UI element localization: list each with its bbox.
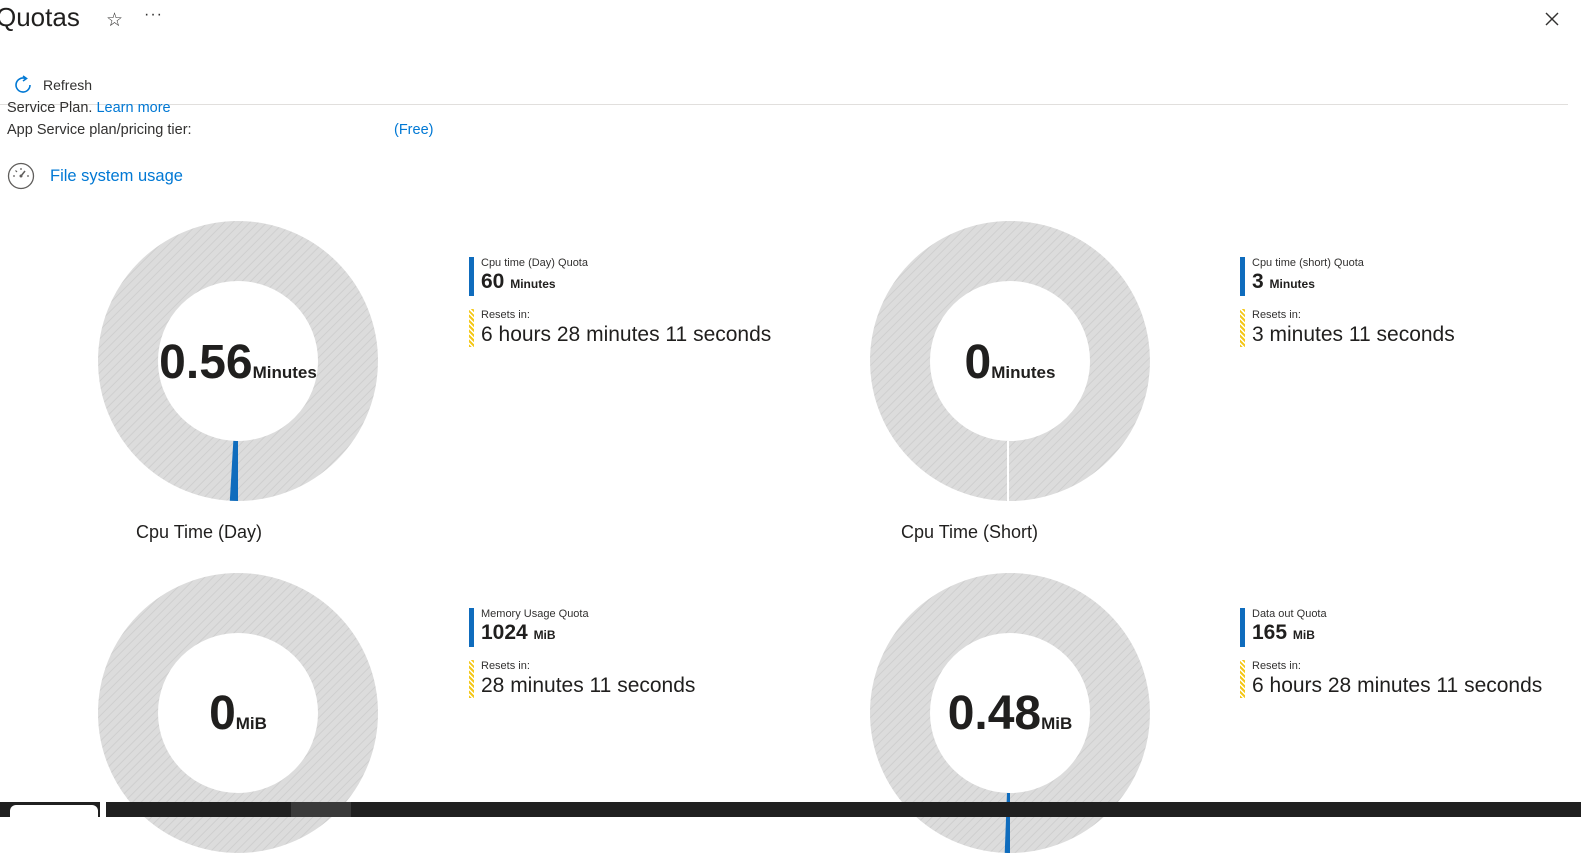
reset-value: 6 hours 28 minutes 11 seconds (481, 322, 771, 347)
reset-value: 3 minutes 11 seconds (1252, 322, 1455, 347)
refresh-button[interactable]: Refresh (12, 73, 92, 97)
plan-description: Service Plan. Learn more (7, 100, 171, 116)
quota-marker (469, 257, 474, 296)
data-out-legend: Data out Quota 165 MiB Resets in: 6 hour… (1240, 608, 1542, 698)
cpu-short-usage: 0Minutes (870, 335, 1150, 390)
quota-marker (469, 608, 474, 647)
reset-marker (1240, 660, 1245, 698)
reset-marker (1240, 309, 1245, 347)
reset-marker (469, 660, 474, 698)
memory-usage: 0MiB (98, 686, 378, 741)
quota-marker (1240, 257, 1245, 296)
taskbar-item[interactable] (100, 802, 106, 817)
quota-marker (1240, 608, 1245, 647)
learn-more-link[interactable]: Learn more (96, 100, 170, 116)
cpu-day-title: Cpu Time (Day) (136, 522, 262, 543)
taskbar-item[interactable] (291, 802, 351, 817)
pricing-tier-value[interactable]: (Free) (394, 122, 433, 138)
page-title: Quotas (0, 2, 80, 33)
file-system-usage-link[interactable]: File system usage (50, 167, 183, 186)
taskbar-item[interactable] (10, 805, 98, 817)
reset-marker (469, 309, 474, 347)
cpu-short-title: Cpu Time (Short) (901, 522, 1038, 543)
toolbar-divider (0, 104, 1568, 105)
refresh-label: Refresh (43, 77, 92, 93)
more-icon[interactable]: ··· (144, 6, 163, 24)
star-icon[interactable]: ☆ (106, 9, 123, 32)
reset-value: 6 hours 28 minutes 11 seconds (1252, 673, 1542, 698)
cpu-short-legend: Cpu time (short) Quota 3 Minutes Resets … (1240, 257, 1455, 347)
cpu-day-legend: Cpu time (Day) Quota 60 Minutes Resets i… (469, 257, 771, 347)
close-icon[interactable] (1543, 10, 1561, 28)
memory-legend: Memory Usage Quota 1024 MiB Resets in: 2… (469, 608, 695, 698)
refresh-icon (12, 74, 34, 96)
reset-value: 28 minutes 11 seconds (481, 673, 695, 698)
pricing-tier-label: App Service plan/pricing tier: (7, 122, 192, 138)
cpu-day-usage: 0.56Minutes (98, 335, 378, 390)
taskbar (0, 802, 1581, 817)
gauge-icon (7, 162, 35, 190)
data-out-usage: 0.48MiB (870, 686, 1150, 741)
